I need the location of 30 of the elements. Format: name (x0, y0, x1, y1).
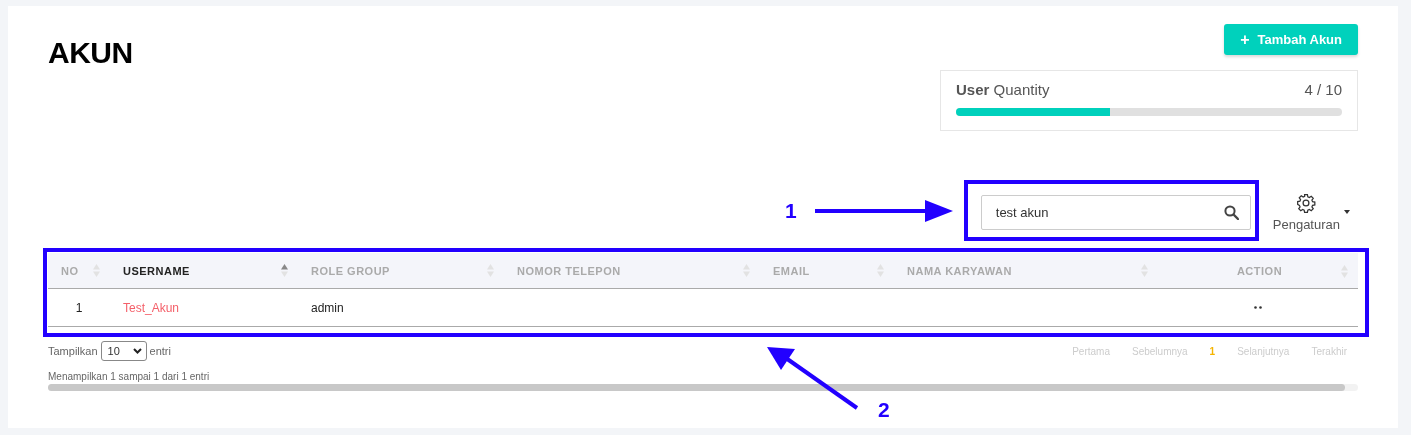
column-header[interactable]: NO (48, 253, 110, 289)
table-cell: admin (311, 300, 344, 315)
column-header[interactable]: NAMA KARYAWAN (894, 253, 1158, 289)
annotation-number: 1 (785, 199, 797, 223)
search-icon[interactable] (1223, 205, 1239, 220)
chevron-icon (132, 348, 142, 354)
scrollbar[interactable] (48, 384, 1358, 391)
gear-icon[interactable] (1296, 193, 1317, 213)
length-label: Tampilkan (48, 345, 98, 357)
search-field[interactable]: test akun (980, 195, 1251, 230)
length-label: entri (149, 345, 171, 357)
annotation-number: 2 (878, 398, 890, 422)
username-link[interactable]: Test_Akun (123, 300, 180, 315)
quantity-reading: 4 / 10 (1304, 81, 1342, 98)
column-header[interactable]: ACTION (1158, 253, 1358, 289)
page-size-select[interactable]: 10 (100, 341, 147, 361)
settings-button[interactable]: Pengaturan (1272, 193, 1340, 232)
column-header[interactable]: ROLE GROUP (298, 253, 504, 289)
quantity-label: User Quantity (956, 81, 1050, 98)
add-account-button[interactable]: + Tambah Akun (1224, 24, 1358, 55)
table-cell: 1 (75, 300, 83, 315)
more-icon[interactable] (1254, 306, 1262, 309)
table-info: Menampilkan 1 sampai 1 dari 1 entri (48, 371, 211, 382)
column-header[interactable]: EMAIL (760, 253, 894, 289)
sort-icon[interactable] (281, 264, 288, 277)
caret-icon[interactable] (1344, 209, 1350, 214)
column-header[interactable]: USERNAME (110, 253, 298, 289)
page-title: AKUN (48, 36, 133, 70)
pagination-link[interactable]: 1 (1198, 345, 1227, 357)
column-header[interactable]: NOMOR TELEPON (504, 253, 760, 289)
